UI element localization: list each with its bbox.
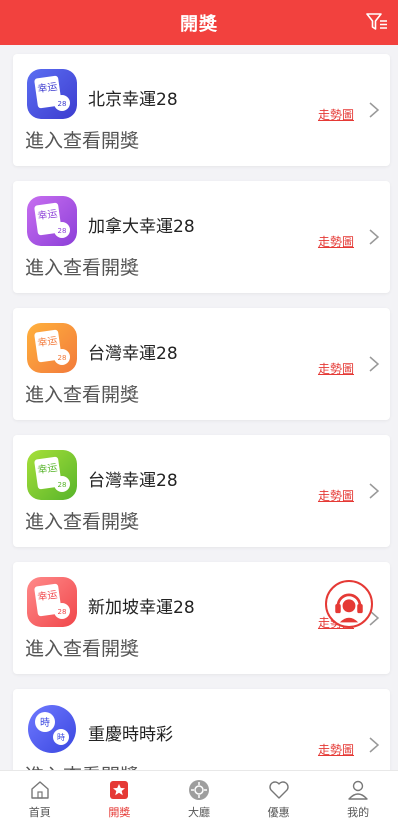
profile-icon [348, 780, 368, 800]
filter-icon[interactable] [366, 12, 388, 32]
enter-results-link[interactable]: 進入查看開獎 [25, 253, 139, 280]
tab-lobby[interactable]: 大廳 [159, 771, 239, 826]
enter-results-link[interactable]: 進入查看開獎 [25, 634, 139, 661]
svg-text:時: 時 [40, 717, 50, 729]
heart-icon [268, 781, 289, 799]
tab-profile[interactable]: 我的 [318, 771, 398, 826]
chevron-right-icon [369, 737, 380, 753]
svg-text:28: 28 [58, 608, 67, 616]
lottery-logo-icon: 時 時 [28, 705, 76, 753]
svg-text:28: 28 [58, 354, 67, 362]
lottery-logo-icon: 幸运 28 [27, 323, 77, 373]
trend-chart-link[interactable]: 走勢圖 [318, 741, 354, 758]
lottery-name: 台灣幸運28 [88, 471, 178, 491]
chevron-right-icon [369, 102, 380, 118]
lottery-list: 幸运 28 北京幸運28 進入查看開獎 走勢圖 幸运 28 加拿大幸運28 進入… [0, 45, 398, 770]
lottery-logo-icon: 幸运 28 [27, 450, 77, 500]
enter-results-link[interactable]: 進入查看開獎 [25, 507, 139, 534]
tab-label: 開獎 [108, 806, 131, 819]
lottery-name: 加拿大幸運28 [88, 217, 195, 237]
trend-chart-link[interactable]: 走勢圖 [318, 487, 354, 504]
enter-results-link[interactable]: 進入查看開獎 [25, 761, 139, 770]
svg-text:28: 28 [58, 100, 67, 108]
chevron-right-icon [369, 356, 380, 372]
svg-text:時: 時 [57, 733, 65, 742]
trend-chart-link[interactable]: 走勢圖 [318, 106, 354, 123]
tab-label: 首頁 [28, 806, 51, 819]
home-icon [31, 781, 49, 799]
tab-home[interactable]: 首頁 [0, 771, 80, 826]
lottery-name: 新加坡幸運28 [88, 598, 195, 618]
tab-draw[interactable]: 開獎 [80, 771, 160, 826]
lottery-logo-icon: 幸运 28 [27, 69, 77, 119]
customer-service-icon[interactable] [325, 580, 373, 628]
draw-icon [110, 781, 129, 799]
lobby-icon [188, 780, 209, 800]
lottery-card[interactable]: 幸运 28 台灣幸運28 進入查看開獎 走勢圖 [13, 308, 390, 420]
top-header: 開獎 [0, 0, 398, 45]
tab-label: 優惠 [267, 806, 290, 819]
bottom-tab-bar: 首頁 開獎 大廳 優惠 我的 [0, 770, 398, 826]
tab-label: 我的 [347, 806, 370, 819]
tab-promotions[interactable]: 優惠 [239, 771, 319, 826]
lottery-card[interactable]: 幸运 28 台灣幸運28 進入查看開獎 走勢圖 [13, 435, 390, 547]
trend-chart-link[interactable]: 走勢圖 [318, 360, 354, 377]
lottery-logo-icon: 幸运 28 [27, 577, 77, 627]
chevron-right-icon [369, 483, 380, 499]
lottery-card[interactable]: 時 時 重慶時時彩 進入查看開獎 走勢圖 [13, 689, 390, 770]
lottery-card[interactable]: 幸运 28 北京幸運28 進入查看開獎 走勢圖 [13, 54, 390, 166]
tab-label: 大廳 [187, 806, 210, 819]
enter-results-link[interactable]: 進入查看開獎 [25, 380, 139, 407]
svg-text:28: 28 [58, 227, 67, 235]
lottery-name: 重慶時時彩 [88, 725, 173, 745]
lottery-card[interactable]: 幸运 28 加拿大幸運28 進入查看開獎 走勢圖 [13, 181, 390, 293]
lottery-logo-icon: 幸运 28 [27, 196, 77, 246]
lottery-name: 台灣幸運28 [88, 344, 178, 364]
enter-results-link[interactable]: 進入查看開獎 [25, 126, 139, 153]
trend-chart-link[interactable]: 走勢圖 [318, 233, 354, 250]
svg-text:28: 28 [58, 481, 67, 489]
lottery-name: 北京幸運28 [88, 90, 178, 110]
page-title: 開獎 [180, 13, 218, 35]
chevron-right-icon [369, 229, 380, 245]
